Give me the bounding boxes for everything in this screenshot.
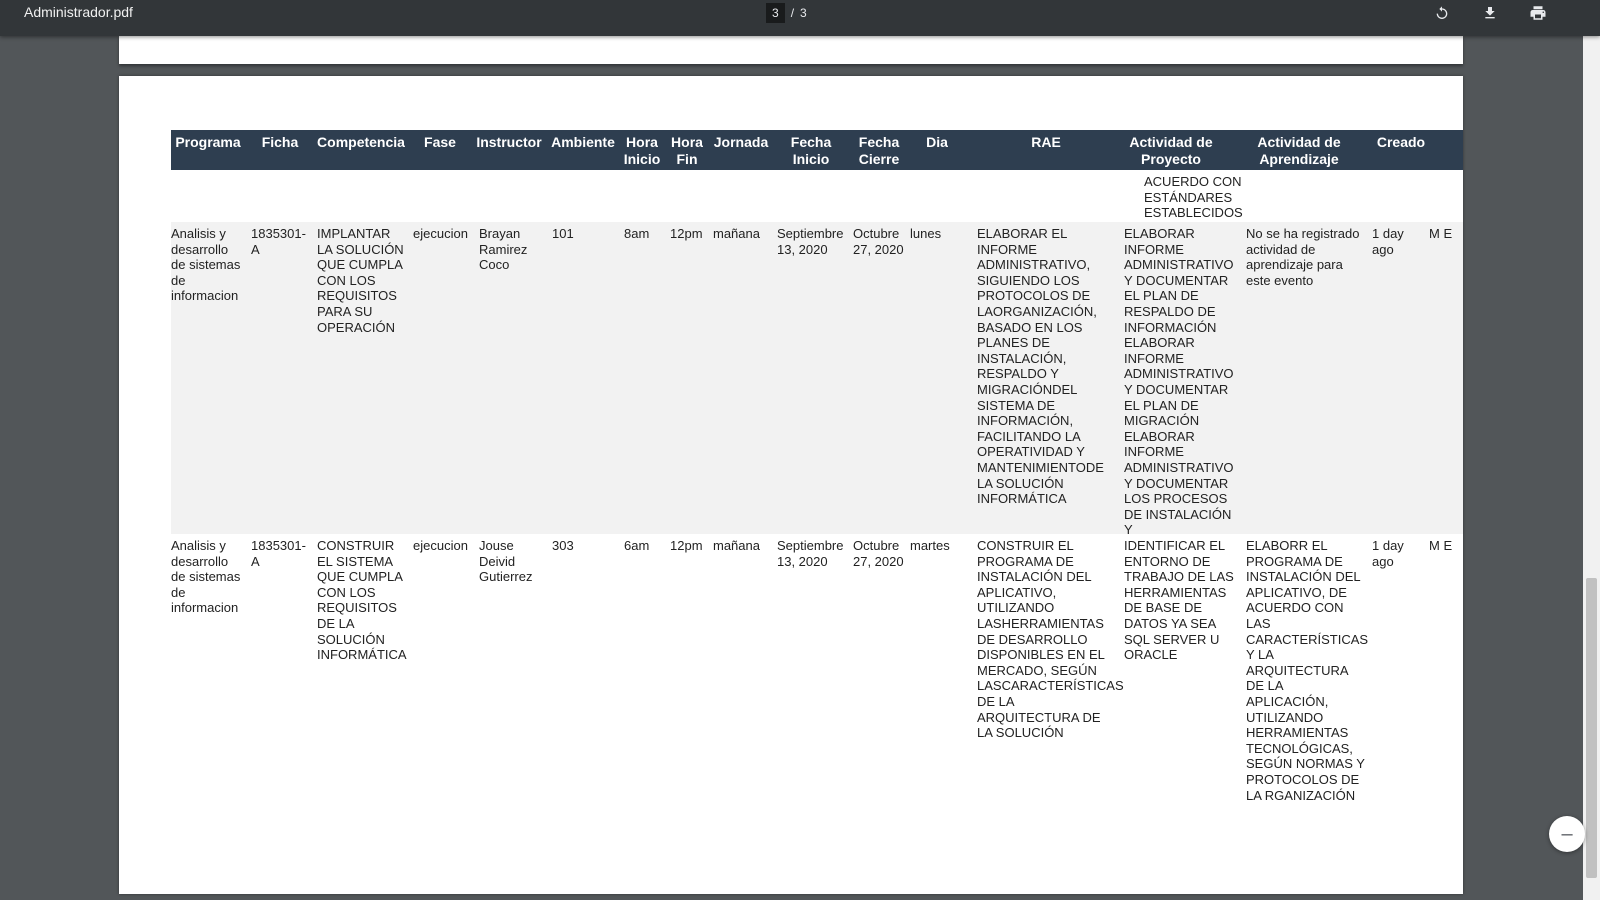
zoom-out-button[interactable]: – <box>1549 816 1585 852</box>
cell-hora-fin: 12pm <box>670 226 703 241</box>
cell-fecha-inicio: Septiembre 13, 2020 <box>777 226 844 257</box>
cell-partial: M E <box>1429 538 1453 553</box>
cell-jornada: mañana <box>713 226 760 241</box>
cell-actividad-aprendizaje: No se ha registrado actividad de aprendi… <box>1246 226 1360 288</box>
cell-actividad-aprendizaje: ELABORR EL PROGRAMA DE INSTALACIÓN DEL A… <box>1246 538 1369 803</box>
cell-programa: Analisis y desarrollo de sistemas de inf… <box>171 538 241 616</box>
cell-fecha-cierre: Octubre 27, 2020 <box>853 226 904 257</box>
header-fecha-cierre: Fecha Cierre <box>858 134 900 167</box>
table-row: Analisis y desarrollo de sistemas de inf… <box>171 222 1463 553</box>
header-dia: Dia <box>926 134 948 150</box>
page-separator: / <box>790 6 795 20</box>
cell-actividad-proyecto: ELABORAR INFORME ADMINISTRATIVO Y DOCUME… <box>1124 226 1235 553</box>
header-rae: RAE <box>1031 134 1061 150</box>
header-creado: Creado <box>1376 134 1426 150</box>
total-pages: 3 <box>800 6 807 20</box>
cell-rae: ELABORAR EL INFORME ADMINISTRATIVO, SIGU… <box>977 226 1104 507</box>
vertical-scrollbar[interactable] <box>1583 0 1600 900</box>
cell-competencia: CONSTRUIR EL SISTEMA QUE CUMPLA CON LOS … <box>317 538 407 663</box>
cell-fase: ejecucion <box>413 226 468 241</box>
header-instructor: Instructor <box>476 134 542 150</box>
header-jornada: Jornada <box>713 134 769 150</box>
document-title: Administrador.pdf <box>24 4 133 20</box>
cell-ambiente: 101 <box>552 226 574 241</box>
pdf-toolbar: Administrador.pdf 3 / 3 <box>0 0 1600 36</box>
cell-ficha: 1835301-A <box>251 538 306 569</box>
header-hora-inicio: Hora Inicio <box>623 134 661 167</box>
download-icon <box>1485 7 1495 19</box>
previous-page <box>119 36 1463 64</box>
page-indicator: 3 / 3 <box>766 3 807 23</box>
table-row: Analisis y desarrollo de sistemas de inf… <box>171 534 1463 803</box>
header-actividad-proyecto: Actividad de Proyecto <box>1129 134 1213 167</box>
cell-instructor: Jouse Deivid Gutierrez <box>479 538 533 585</box>
cell-hora-fin: 12pm <box>670 538 703 553</box>
cell-hora-inicio: 6am <box>624 538 650 553</box>
cell-programa: Analisis y desarrollo de sistemas de inf… <box>171 226 241 304</box>
cell-jornada: mañana <box>713 538 760 553</box>
header-programa: Programa <box>175 134 241 150</box>
cell-dia: martes <box>910 538 950 553</box>
header-fecha-inicio: Fecha Inicio <box>790 134 832 167</box>
cell-fecha-cierre: Octubre 27, 2020 <box>853 538 904 569</box>
print-icon <box>1530 6 1546 20</box>
continued-cell-text: ACUERDO CON ESTÁNDARES ESTABLECIDOS <box>1144 174 1243 221</box>
download-button[interactable] <box>1478 2 1502 24</box>
minus-icon: – <box>1561 823 1573 845</box>
cell-instructor: Brayan Ramirez Coco <box>479 226 528 273</box>
cell-dia: lunes <box>910 226 942 241</box>
cell-creado: 1 day ago <box>1372 226 1404 257</box>
rotate-button[interactable] <box>1430 2 1454 24</box>
header-fase: Fase <box>424 134 456 150</box>
cell-creado: 1 day ago <box>1372 538 1404 569</box>
cell-competencia: IMPLANTAR LA SOLUCIÓN QUE CUMPLA CON LOS… <box>317 226 404 335</box>
cell-partial: M E <box>1429 226 1453 241</box>
current-page-input[interactable]: 3 <box>766 3 785 23</box>
cell-fecha-inicio: Septiembre 13, 2020 <box>777 538 844 569</box>
header-hora-fin: Hora Fin <box>671 134 703 167</box>
rotate-icon <box>1436 6 1448 19</box>
cell-rae: CONSTRUIR EL PROGRAMA DE INSTALACIÓN DEL… <box>977 538 1124 741</box>
cell-actividad-proyecto: IDENTIFICAR EL ENTORNO DE TRABAJO DE LAS… <box>1124 538 1234 663</box>
cell-hora-inicio: 8am <box>624 226 650 241</box>
cell-ficha: 1835301-A <box>251 226 306 257</box>
table-header: Programa Ficha Competencia Fase Instruct… <box>171 130 1463 170</box>
print-button[interactable] <box>1526 2 1550 24</box>
scrollbar-thumb[interactable] <box>1586 578 1597 878</box>
header-ambiente: Ambiente <box>551 134 615 150</box>
pdf-page: Programa Ficha Competencia Fase Instruct… <box>119 76 1463 894</box>
header-actividad-aprendizaje: Actividad de Aprendizaje <box>1257 134 1341 167</box>
cell-fase: ejecucion <box>413 538 468 553</box>
cell-ambiente: 303 <box>552 538 574 553</box>
header-ficha: Ficha <box>261 134 299 150</box>
header-competencia: Competencia <box>317 134 405 150</box>
